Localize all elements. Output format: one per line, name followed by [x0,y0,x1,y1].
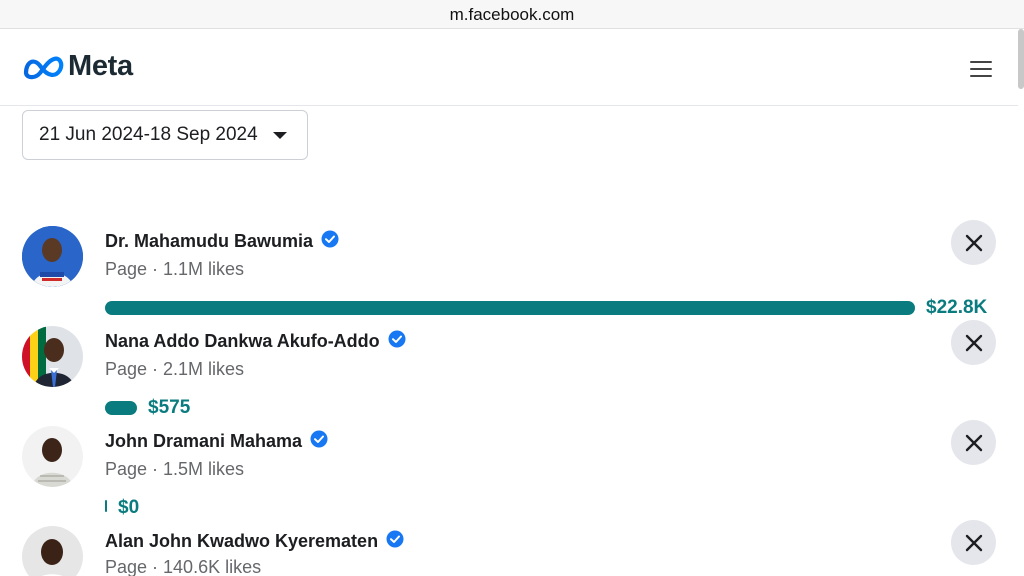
verified-badge-icon [388,330,406,353]
advertiser-meta: Page · 1.1M likes [105,259,245,279]
advertiser-row[interactable]: Dr. Mahamudu Bawumia Page · 1.1M likes $… [0,212,1018,318]
avatar[interactable] [22,426,83,487]
verified-badge-icon [310,430,328,453]
advertiser-row[interactable]: Nana Addo Dankwa Akufo-Addo Page · 2.1M … [0,312,1018,418]
close-icon [965,434,982,451]
verified-badge-icon [321,230,339,253]
avatar[interactable] [22,326,83,387]
advertiser-meta: Page · 2.1M likes [105,359,245,379]
remove-button[interactable] [951,520,996,565]
remove-button[interactable] [951,220,996,265]
date-range-label: 21 Jun 2024-18 Sep 2024 [39,124,258,145]
close-icon [965,234,982,251]
avatar-image [22,226,83,287]
avatar-image [22,326,83,387]
advertiser-name[interactable]: Alan John Kwadwo Kyerematen [105,531,378,552]
avatar-image [22,426,83,487]
advertiser-row[interactable]: Alan John Kwadwo Kyerematen Page · 140.6… [0,512,1018,576]
advertiser-meta: Page · 1.5M likes [105,459,245,479]
date-range-dropdown[interactable]: 21 Jun 2024-18 Sep 2024 [22,110,308,160]
advertiser-row[interactable]: John Dramani Mahama Page · 1.5M likes $0 [0,412,1018,518]
avatar[interactable] [22,226,83,287]
meta-logo[interactable]: Meta [22,50,133,83]
page-header: Meta [0,30,1018,106]
spend-bar [105,500,107,512]
scrollbar[interactable] [1018,29,1024,89]
close-icon [965,334,982,351]
meta-infinity-logo-icon [23,56,64,79]
avatar[interactable] [22,526,83,576]
browser-url-bar[interactable]: m.facebook.com [0,0,1024,29]
hamburger-menu-icon[interactable] [970,58,992,80]
remove-button[interactable] [951,320,996,365]
advertiser-name[interactable]: Nana Addo Dankwa Akufo-Addo [105,331,380,352]
url-text: m.facebook.com [449,5,575,24]
close-icon [965,534,982,551]
advertiser-meta: Page · 140.6K likes [105,557,262,576]
advertiser-name[interactable]: Dr. Mahamudu Bawumia [105,231,313,252]
advertiser-name[interactable]: John Dramani Mahama [105,431,302,452]
remove-button[interactable] [951,420,996,465]
verified-badge-icon [386,530,404,553]
caret-down-icon [273,132,287,139]
avatar-image [22,526,83,576]
meta-logo-text: Meta [68,50,133,82]
